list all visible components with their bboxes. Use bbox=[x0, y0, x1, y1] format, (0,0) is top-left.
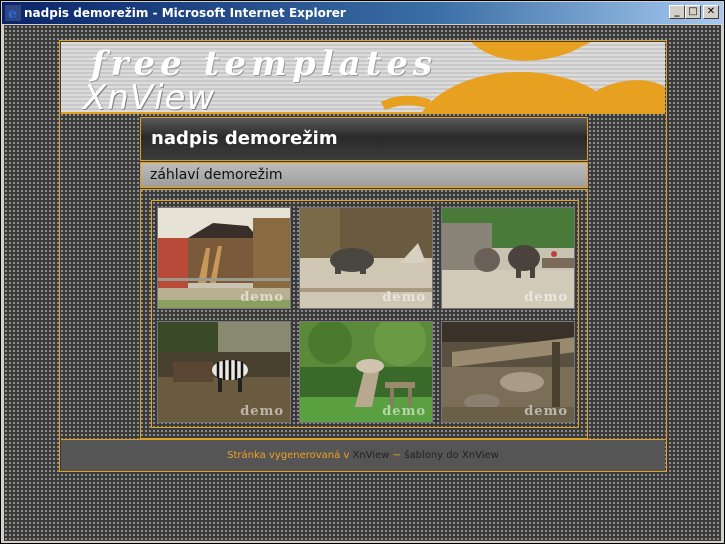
demo-watermark: demo bbox=[524, 290, 568, 305]
page-container: free templates XnView nadpis demorežim z… bbox=[59, 40, 667, 472]
header-banner: free templates XnView bbox=[61, 42, 665, 114]
page-subheading-bar: záhlaví demorežim bbox=[140, 162, 588, 188]
page-footer: Stránka vygenerovaná v XnView ~ šablony … bbox=[61, 439, 665, 471]
internet-explorer-icon: e bbox=[5, 5, 21, 21]
footer-link-xnview[interactable]: XnView bbox=[353, 450, 390, 461]
thumbnail-garden-sculpture[interactable]: demo bbox=[299, 321, 433, 423]
svg-text:e: e bbox=[8, 6, 17, 21]
page-viewport: free templates XnView nadpis demorežim z… bbox=[4, 25, 721, 541]
page-subheading: záhlaví demorežim bbox=[150, 167, 283, 183]
page-heading-bar: nadpis demorežim bbox=[140, 117, 588, 161]
page-heading: nadpis demorežim bbox=[151, 128, 338, 149]
demo-watermark: demo bbox=[240, 404, 284, 419]
thumbnail-gallery: demo demo demo demo demo demo bbox=[151, 200, 579, 428]
banner-divider bbox=[61, 112, 665, 114]
thumbnail-giraffe[interactable]: demo bbox=[157, 207, 291, 309]
demo-watermark: demo bbox=[382, 404, 426, 419]
close-button[interactable]: ✕ bbox=[703, 5, 719, 19]
left-column bbox=[61, 114, 139, 438]
window-title: nadpis demorežim - Microsoft Internet Ex… bbox=[24, 6, 346, 20]
minimize-button[interactable]: _ bbox=[669, 5, 685, 19]
thumbnail-zebra[interactable]: demo bbox=[157, 321, 291, 423]
thumbnail-enclosure[interactable]: demo bbox=[441, 321, 575, 423]
maximize-button[interactable]: □ bbox=[685, 5, 701, 19]
footer-prefix: Stránka vygenerovaná v bbox=[227, 450, 350, 461]
demo-watermark: demo bbox=[240, 290, 284, 305]
demo-watermark: demo bbox=[382, 290, 426, 305]
browser-window: e nadpis demorežim - Microsoft Internet … bbox=[0, 0, 725, 544]
content-area: demo demo demo demo demo demo bbox=[140, 189, 588, 439]
xnview-logo: XnView bbox=[83, 78, 216, 114]
thumbnail-rhinoceros[interactable]: demo bbox=[299, 207, 433, 309]
thumbnail-elephants[interactable]: demo bbox=[441, 207, 575, 309]
footer-separator: ~ bbox=[392, 450, 402, 461]
footer-link-templates[interactable]: šablony do XnView bbox=[404, 450, 499, 461]
title-bar[interactable]: e nadpis demorežim - Microsoft Internet … bbox=[2, 2, 723, 24]
demo-watermark: demo bbox=[524, 404, 568, 419]
footer-text: Stránka vygenerovaná v XnView ~ šablony … bbox=[61, 450, 665, 461]
